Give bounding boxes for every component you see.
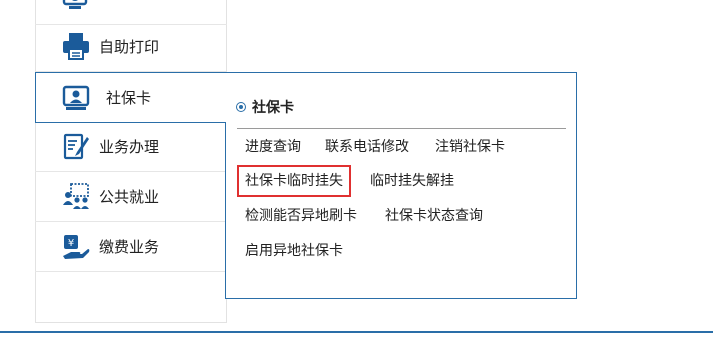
- sidebar-item-payment[interactable]: ¥ 缴费业务: [35, 222, 227, 272]
- social-security-card-submenu: 社保卡 进度查询 联系电话修改 注销社保卡 社保卡临时挂失 临时挂失解挂 检测能…: [225, 72, 577, 299]
- printer-icon: [61, 31, 91, 61]
- link-check-remote-swipe[interactable]: 检测能否异地刷卡: [245, 206, 357, 226]
- sidebar-item-label: 自助打印: [99, 38, 160, 56]
- monitor-icon: [61, 0, 91, 14]
- id-card-icon: [61, 83, 91, 113]
- svg-text:¥: ¥: [68, 238, 74, 249]
- radio-dot-icon: [236, 102, 246, 112]
- link-phone-modify[interactable]: 联系电话修改: [325, 137, 409, 157]
- sidebar-item-label: 公共就业: [99, 188, 160, 206]
- divider: [237, 128, 566, 129]
- sidebar-item-label: 缴费业务: [99, 238, 160, 256]
- submenu-title: 社保卡: [252, 100, 294, 116]
- sidebar-item-public-employment[interactable]: 公共就业: [35, 172, 227, 222]
- submenu-header: 社保卡: [236, 93, 294, 121]
- sidebar-item-label: 业务办理: [99, 138, 160, 156]
- link-release-temporary-loss[interactable]: 临时挂失解挂: [370, 171, 454, 191]
- document-edit-icon: [61, 131, 91, 161]
- link-card-status-query[interactable]: 社保卡状态查询: [385, 206, 483, 226]
- link-temporary-report-loss[interactable]: 社保卡临时挂失: [237, 165, 351, 197]
- sidebar-item-business[interactable]: 业务办理: [35, 122, 227, 172]
- link-enable-remote-card[interactable]: 启用异地社保卡: [245, 241, 343, 261]
- presentation-people-icon: [61, 181, 91, 211]
- sidebar-item-label: 社保卡: [106, 89, 152, 107]
- sidebar-item-social-security-card[interactable]: 社保卡: [35, 72, 226, 123]
- link-progress-query[interactable]: 进度查询: [245, 137, 301, 157]
- sidebar-item-self-print[interactable]: 自助打印: [35, 22, 227, 72]
- link-cancel-card[interactable]: 注销社保卡: [435, 137, 505, 157]
- payment-hand-icon: ¥: [61, 231, 91, 261]
- footer-divider: [0, 331, 713, 333]
